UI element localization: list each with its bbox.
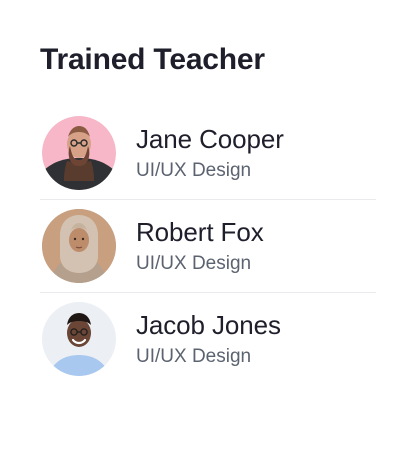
teacher-name: Robert Fox	[136, 217, 264, 247]
teacher-meta: Jacob Jones UI/UX Design	[136, 308, 281, 370]
teacher-role: UI/UX Design	[136, 160, 252, 181]
avatar-bearded-man-icon	[42, 116, 116, 190]
avatar-hijab-woman-icon	[42, 209, 116, 283]
card-title: Trained Teacher	[40, 43, 265, 76]
teacher-list-item[interactable]: Jacob Jones UI/UX Design	[40, 293, 376, 385]
teacher-list-item[interactable]: Jane Cooper UI/UX Design	[40, 107, 376, 199]
teacher-name: Jane Cooper	[136, 124, 284, 154]
teacher-meta: Robert Fox UI/UX Design	[136, 215, 264, 277]
teacher-role: UI/UX Design	[136, 253, 252, 274]
teacher-role: UI/UX Design	[136, 346, 252, 367]
avatar-smiling-man-icon	[42, 302, 116, 376]
teacher-list-item[interactable]: Robert Fox UI/UX Design	[40, 200, 376, 292]
teacher-list: Jane Cooper UI/UX Design Robert Fox UI/U…	[40, 107, 376, 385]
teacher-meta: Jane Cooper UI/UX Design	[136, 122, 284, 184]
teacher-name: Jacob Jones	[136, 310, 281, 340]
trained-teacher-card: Trained Teacher Jane Cooper UI/UX Design…	[0, 0, 416, 456]
